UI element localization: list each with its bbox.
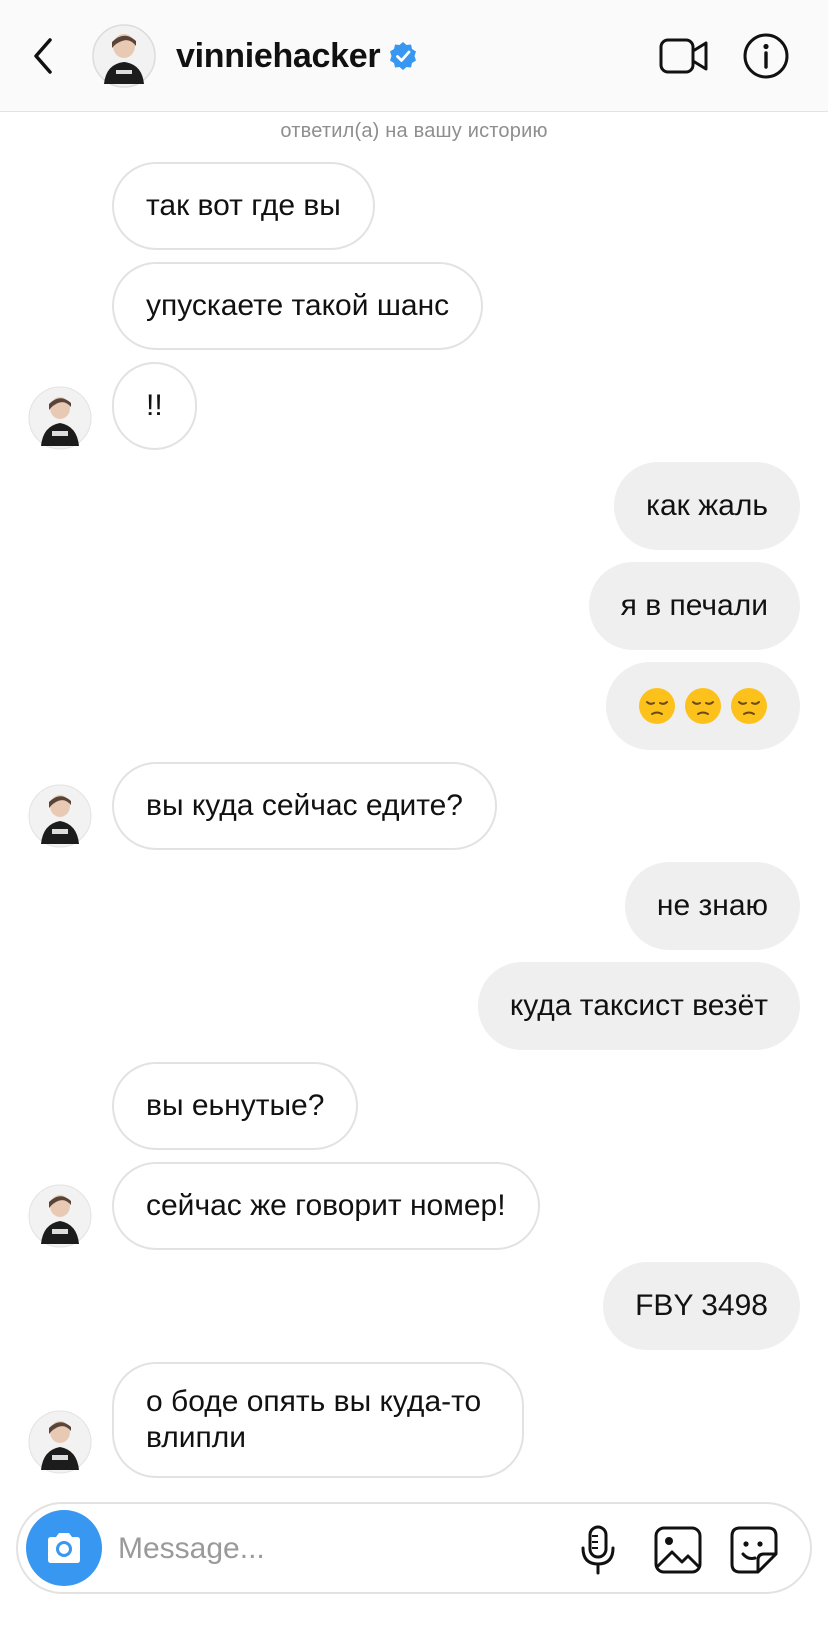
chat-header: vinniehacker bbox=[0, 0, 828, 112]
message-text: !! bbox=[146, 389, 163, 422]
message-bubble-incoming[interactable]: вы куда сейчас едите? bbox=[112, 762, 497, 850]
gallery-icon bbox=[654, 1526, 702, 1574]
info-icon bbox=[743, 33, 789, 79]
message-bubble-outgoing-emoji[interactable] bbox=[606, 662, 800, 750]
microphone-icon bbox=[581, 1525, 615, 1575]
message-text: вы куда сейчас едите? bbox=[146, 789, 463, 822]
sender-avatar[interactable] bbox=[28, 784, 92, 848]
message-input[interactable] bbox=[118, 1524, 538, 1574]
message-bubble-outgoing[interactable]: FBY 3498 bbox=[603, 1262, 800, 1350]
message-text: FBY 3498 bbox=[635, 1289, 768, 1322]
pensive-face-icon bbox=[685, 688, 721, 724]
message-text: вы еьнутые? bbox=[146, 1089, 325, 1122]
pensive-face-icon bbox=[731, 688, 767, 724]
message-text: сейчас же говорит номер! bbox=[146, 1189, 506, 1222]
gallery-button[interactable] bbox=[652, 1524, 704, 1576]
message-text: куда таксист везёт bbox=[509, 989, 768, 1022]
camera-icon bbox=[48, 1533, 80, 1563]
message-text: как жаль bbox=[646, 489, 768, 522]
message-bubble-incoming[interactable]: о боде опять вы куда-то влипли bbox=[112, 1362, 524, 1478]
message-composer bbox=[16, 1502, 812, 1594]
message-bubble-outgoing[interactable]: как жаль bbox=[614, 462, 800, 550]
message-bubble-incoming[interactable]: упускаете такой шанс bbox=[112, 262, 484, 350]
message-bubble-incoming[interactable]: сейчас же говорит номер! bbox=[112, 1162, 540, 1250]
verified-badge-icon bbox=[390, 42, 417, 70]
header-username: vinniehacker bbox=[176, 36, 381, 75]
sender-avatar[interactable] bbox=[28, 386, 92, 450]
header-title-group[interactable]: vinniehacker bbox=[176, 32, 418, 80]
message-bubble-outgoing[interactable]: я в печали bbox=[588, 562, 800, 650]
camera-button[interactable] bbox=[26, 1510, 102, 1586]
info-button[interactable] bbox=[742, 32, 790, 80]
message-bubble-incoming[interactable]: вы еьнутые? bbox=[112, 1062, 359, 1150]
message-bubble-incoming[interactable]: !! bbox=[112, 362, 197, 450]
message-bubble-incoming[interactable]: так вот где вы bbox=[112, 162, 375, 250]
header-avatar[interactable] bbox=[92, 24, 156, 88]
sticker-button[interactable] bbox=[728, 1524, 780, 1576]
chevron-left-icon bbox=[34, 38, 52, 74]
pensive-face-icon bbox=[639, 688, 675, 724]
message-text: упускаете такой шанс bbox=[146, 289, 450, 322]
sticker-icon bbox=[730, 1526, 778, 1574]
sender-avatar[interactable] bbox=[28, 1410, 92, 1474]
story-reply-note: ответил(а) на вашу историю bbox=[280, 120, 548, 142]
back-button[interactable] bbox=[26, 34, 62, 78]
video-camera-icon bbox=[659, 38, 708, 74]
sender-avatar[interactable] bbox=[28, 1184, 92, 1248]
message-bubble-outgoing[interactable]: куда таксист везёт bbox=[477, 962, 800, 1050]
voice-message-button[interactable] bbox=[578, 1524, 618, 1576]
message-text: так вот где вы bbox=[146, 189, 341, 222]
message-text: я в печали bbox=[620, 589, 768, 622]
message-text: о боде опять вы куда-то влипли bbox=[146, 1385, 482, 1454]
message-text: не знаю bbox=[656, 889, 768, 922]
message-bubble-outgoing[interactable]: не знаю bbox=[624, 862, 800, 950]
video-call-button[interactable] bbox=[658, 36, 710, 76]
